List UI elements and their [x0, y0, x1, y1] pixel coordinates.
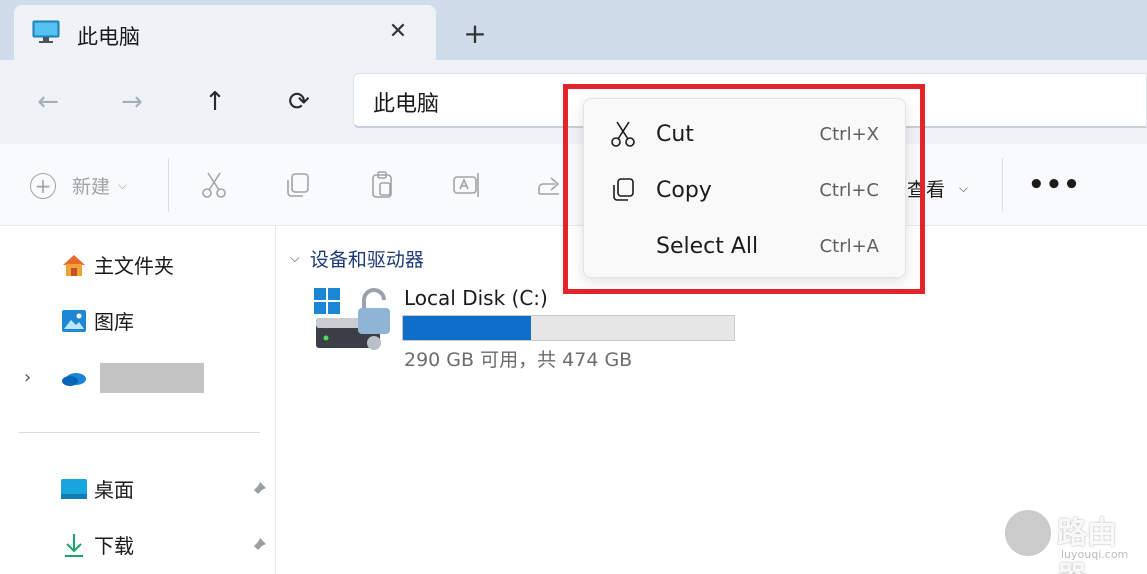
pin-icon[interactable]: [248, 480, 268, 500]
menu-item-label: Cut: [656, 121, 694, 147]
monitor-icon: [32, 20, 60, 43]
onedrive-icon: [62, 373, 86, 386]
watermark: 路由器 luyouqi.com: [1005, 508, 1141, 574]
divider: [1002, 158, 1003, 212]
menu-item-select-all[interactable]: Select All Ctrl+A: [584, 218, 907, 274]
drive-usage-bar: [402, 315, 735, 341]
download-icon: [65, 533, 83, 557]
sidebar-item-home[interactable]: 主文件夹: [60, 250, 174, 279]
copy-icon: [613, 178, 634, 201]
sidebar-item-gallery[interactable]: 图库: [60, 306, 134, 335]
chevron-right-icon[interactable]: ›: [24, 367, 31, 388]
chevron-down-icon: ⌵: [290, 251, 300, 266]
menu-item-shortcut: Ctrl+A: [819, 235, 879, 257]
tab-this-pc[interactable]: 此电脑 ✕: [14, 5, 436, 60]
new-button[interactable]: + 新建 ⌵: [30, 172, 127, 199]
desktop-icon: [61, 478, 87, 499]
chevron-down-icon: ⌵: [118, 178, 128, 192]
paste-icon[interactable]: [367, 170, 397, 200]
forward-arrow-icon[interactable]: →: [112, 82, 152, 122]
sidebar-item-label: 图库: [94, 310, 134, 334]
menu-item-label: Select All: [656, 233, 759, 259]
address-text: 此电脑: [373, 92, 440, 117]
sidebar-item-label: 桌面: [94, 478, 134, 502]
copy-icon[interactable]: [283, 170, 313, 200]
drive-name[interactable]: Local Disk (C:): [404, 286, 548, 310]
refresh-icon[interactable]: ⟳: [279, 82, 319, 122]
new-label: 新建: [72, 176, 111, 198]
divider: [168, 158, 169, 212]
plus-circle-icon: +: [30, 172, 56, 199]
menu-item-copy[interactable]: Copy Ctrl+C: [584, 162, 907, 218]
menu-item-cut[interactable]: Cut Ctrl+X: [584, 106, 907, 162]
context-menu: Cut Ctrl+X Copy Ctrl+C Select All Ctrl+A: [583, 98, 906, 278]
cut-icon[interactable]: [199, 170, 229, 200]
group-header-devices[interactable]: ⌵ 设备和驱动器: [290, 245, 424, 272]
new-tab-button[interactable]: +: [458, 16, 492, 50]
back-arrow-icon[interactable]: ←: [28, 82, 68, 122]
sidebar-item-onedrive[interactable]: [60, 363, 204, 393]
menu-item-shortcut: Ctrl+X: [819, 123, 879, 145]
close-tab-icon[interactable]: ✕: [384, 17, 412, 45]
menu-item-shortcut: Ctrl+C: [819, 179, 879, 201]
group-title: 设备和驱动器: [309, 249, 424, 271]
watermark-subtext: luyouqi.com: [1061, 548, 1129, 561]
watermark-text: 路由器: [1057, 516, 1117, 574]
more-options-icon[interactable]: •••: [1028, 170, 1081, 200]
scissors-icon: [611, 121, 635, 147]
sidebar-item-label: 主文件夹: [94, 254, 174, 278]
sidebar-item-label: 下载: [94, 534, 134, 558]
up-arrow-icon[interactable]: ↑: [195, 82, 235, 122]
rename-icon[interactable]: [451, 170, 481, 200]
sidebar-item-downloads[interactable]: 下载: [60, 530, 134, 559]
redacted-label: [100, 363, 204, 393]
tab-title: 此电脑: [77, 25, 140, 49]
divider: [19, 432, 260, 433]
pin-icon[interactable]: [248, 536, 268, 556]
share-icon[interactable]: [535, 170, 565, 200]
watermark-logo-icon: [1005, 510, 1051, 556]
drive-free-space: 290 GB 可用，共 474 GB: [404, 349, 633, 371]
drive-lock-icon[interactable]: [312, 286, 394, 354]
drive-usage-fill: [403, 316, 532, 340]
gallery-icon: [62, 309, 86, 332]
chevron-down-icon: ⌵: [959, 181, 969, 195]
tab-strip: 此电脑 ✕ +: [0, 0, 1147, 60]
home-icon: [63, 254, 85, 276]
navigation-pane: 主文件夹 图库 › 桌面 下载: [0, 226, 276, 574]
sidebar-item-desktop[interactable]: 桌面: [60, 474, 134, 503]
menu-item-label: Copy: [656, 177, 712, 203]
